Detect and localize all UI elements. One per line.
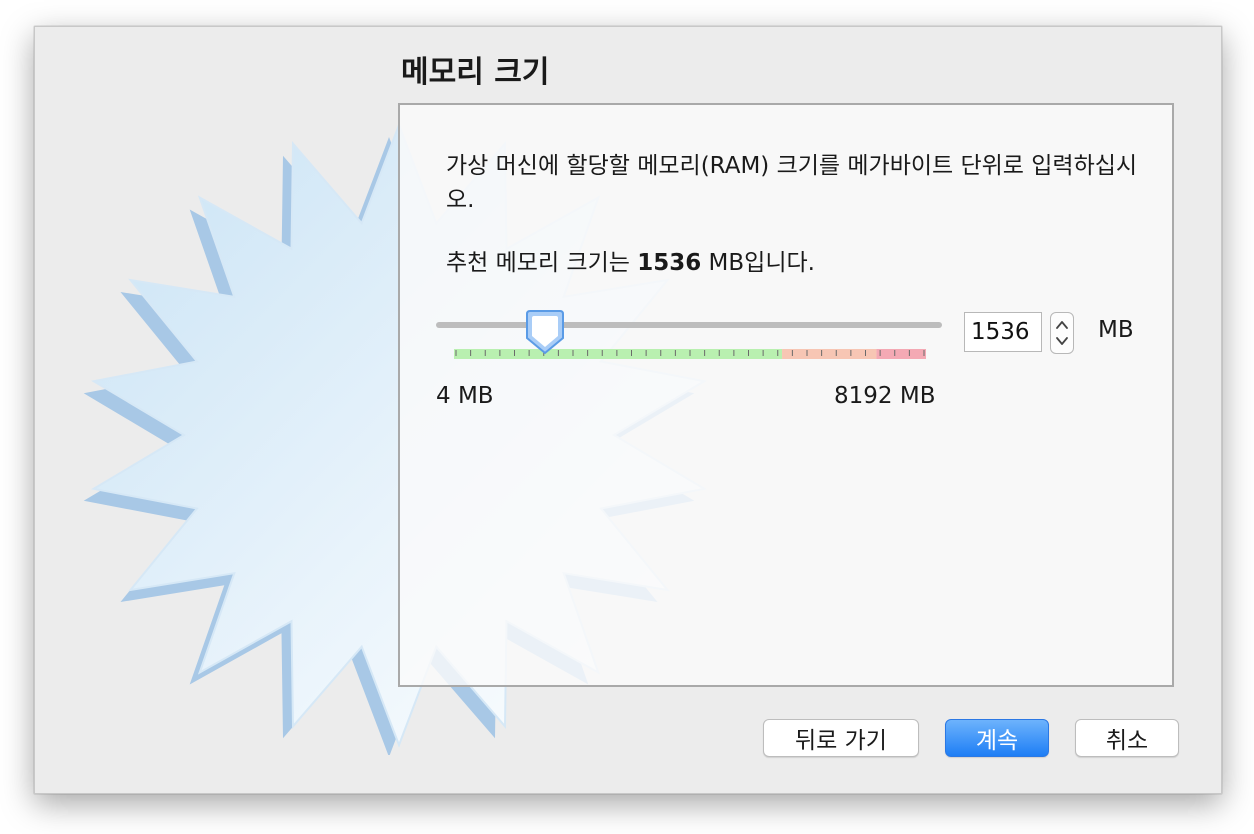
- slider-max-label: 8192 MB: [834, 383, 936, 409]
- recommend-value: 1536: [637, 250, 702, 276]
- description-text: 가상 머신에 할당할 메모리(RAM) 크기를 메가바이트 단위로 입력하십시오…: [446, 153, 1138, 213]
- recommend-prefix: 추천 메모리 크기는: [446, 250, 638, 276]
- content-panel: 가상 머신에 할당할 메모리(RAM) 크기를 메가바이트 단위로 입력하십시오…: [398, 103, 1174, 687]
- dialog-title: 메모리 크기: [401, 55, 550, 90]
- unit-label: MB: [1098, 317, 1134, 343]
- scale-safe-zone: [454, 349, 783, 359]
- slider-min-label: 4 MB: [436, 383, 494, 409]
- scale-warning-zone: [782, 349, 877, 359]
- cancel-button[interactable]: 취소: [1075, 719, 1179, 757]
- memory-slider-track[interactable]: [436, 322, 942, 328]
- slider-thumb-icon[interactable]: [524, 308, 566, 356]
- recommendation-text: 추천 메모리 크기는 1536 MB입니다.: [446, 243, 815, 277]
- back-button[interactable]: 뒤로 가기: [763, 719, 919, 757]
- dialog-window: 메모리 크기 가상 머신에 할당할 메모리(RAM) 크기를 메가바이트 단위로…: [34, 26, 1222, 794]
- memory-size-input[interactable]: [964, 312, 1042, 352]
- scale-danger-zone: [876, 349, 926, 359]
- continue-button[interactable]: 계속: [945, 719, 1049, 757]
- recommend-suffix: MB입니다.: [701, 250, 815, 276]
- stepper-arrows-icon[interactable]: [1050, 312, 1074, 354]
